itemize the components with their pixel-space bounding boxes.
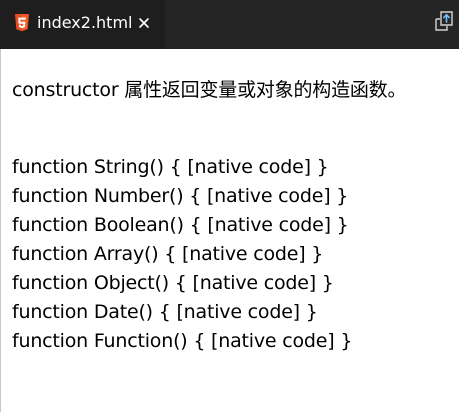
output-line: function Array() { [native code] } [12,243,324,265]
output-line: function Date() { [native code] } [12,301,318,323]
output-line: function Boolean() { [native code] } [12,214,349,236]
tab-title: index2.html [37,13,133,32]
output-line: function Object() { [native code] } [12,272,334,294]
output-line: function Number() { [native code] } [12,185,349,207]
open-preview-icon[interactable] [434,10,454,32]
editor-tab-bar: index2.html [0,0,459,49]
output-line: function Function() { [native code] } [12,330,353,352]
output-line: function String() { [native code] } [12,156,329,178]
constructor-output-list: function String() { [native code] } func… [12,153,352,356]
tab-index2-html[interactable]: index2.html [0,0,165,49]
close-icon[interactable] [136,15,152,31]
html5-icon [15,14,29,32]
preview-content: constructor 属性返回变量或对象的构造函数。 function Str… [0,49,459,412]
intro-text: constructor 属性返回变量或对象的构造函数。 [12,79,407,101]
